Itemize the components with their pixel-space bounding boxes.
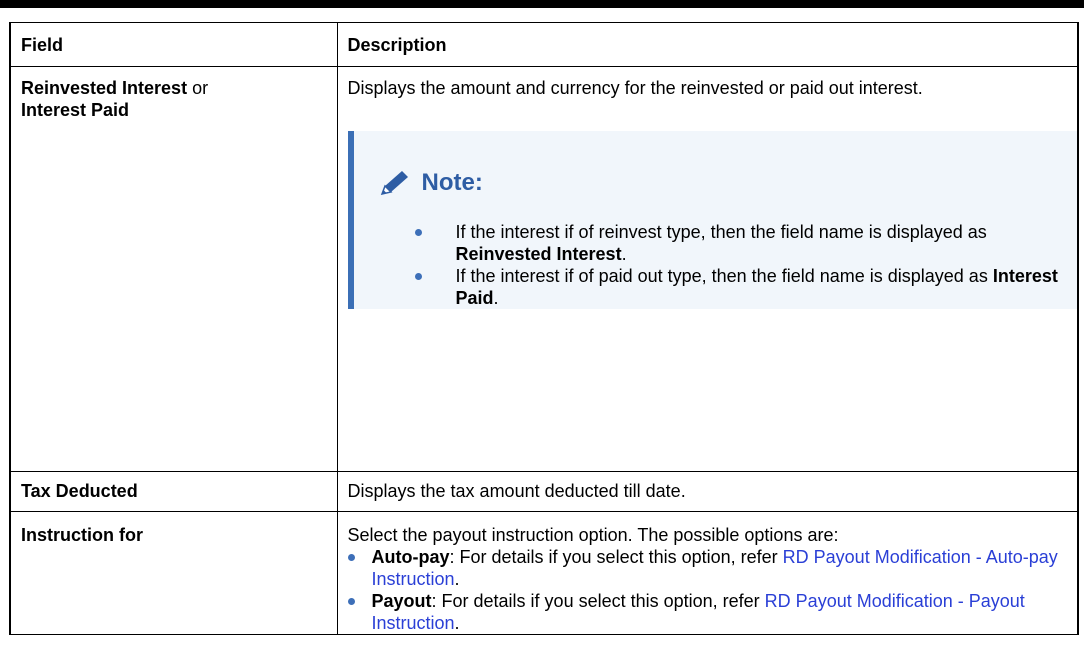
note-list: If the interest if of reinvest type, the… [376,221,1062,309]
pencil-icon [376,169,412,197]
option-end: . [454,613,460,633]
note-box: Note: If the interest if of reinvest typ… [347,131,1078,309]
field-name-tax-deducted: Tax Deducted [21,481,138,501]
field-or-text: or [187,78,209,98]
field-description-table: Field Description Reinvested Interest or… [9,22,1079,635]
option-list-item: Auto-pay: For details if you select this… [347,546,1068,590]
bullet-icon [347,554,355,561]
description-cell: Select the payout instruction option. Th… [336,511,1079,635]
table-row: Reinvested Interest or Interest Paid Dis… [9,66,1079,472]
bullet-icon [414,229,422,236]
option-list-item: Payout: For details if you select this o… [347,590,1068,634]
note-item-end: . [621,244,627,264]
option-name: Auto-pay [371,547,450,567]
header-description: Description [336,22,1079,67]
table-row: Tax Deducted Displays the tax amount ded… [9,471,1079,512]
note-title: Note: [421,169,483,196]
description-text: Displays the amount and currency for the… [347,78,923,98]
option-text: : For details if you select this option,… [449,547,783,567]
field-name-instruction-for: Instruction for [21,525,143,545]
bullet-icon [347,598,355,605]
option-text: : For details if you select this option,… [431,591,765,611]
field-name-interest-paid: Interest Paid [21,100,130,120]
note-item-bold: Reinvested Interest [455,244,622,264]
note-list-item: If the interest if of reinvest type, the… [376,221,1062,265]
options-list: Auto-pay: For details if you select this… [347,546,1068,634]
note-header: Note: [376,169,1062,197]
top-border-bar [0,0,1084,8]
description-cell: Displays the tax amount deducted till da… [336,471,1079,512]
note-item-end: . [493,288,499,308]
field-cell: Instruction for [9,511,338,635]
option-name: Payout [371,591,432,611]
option-end: . [454,569,460,589]
field-cell: Reinvested Interest or Interest Paid [9,66,338,472]
table-header-row: Field Description [9,22,1079,67]
bullet-icon [414,273,422,280]
note-list-item: If the interest if of paid out type, the… [376,265,1062,309]
description-text: Select the payout instruction option. Th… [347,525,839,545]
note-item-text: If the interest if of reinvest type, the… [455,222,987,242]
field-cell: Tax Deducted [9,471,338,512]
description-cell: Displays the amount and currency for the… [336,66,1079,472]
header-field: Field [9,22,338,67]
field-name-reinvested-interest: Reinvested Interest [21,78,188,98]
note-item-text: If the interest if of paid out type, the… [455,266,993,286]
description-text: Displays the tax amount deducted till da… [347,481,686,501]
table-row: Instruction for Select the payout instru… [9,511,1079,635]
